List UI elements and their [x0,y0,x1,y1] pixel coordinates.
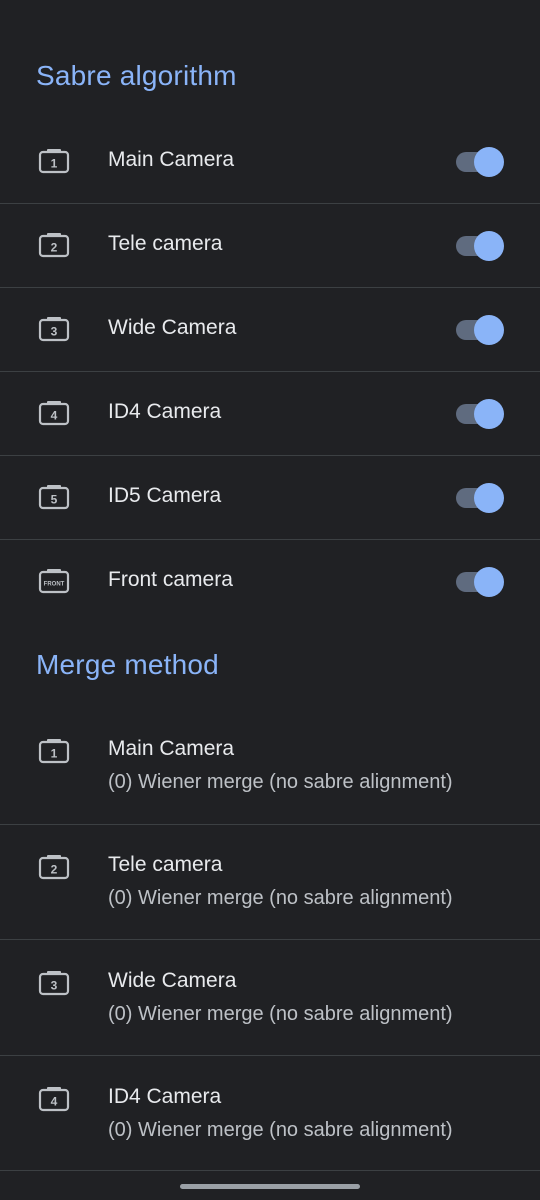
sabre-row-id5-camera[interactable]: 5 ID5 Camera [0,456,540,539]
merge-tele-camera-label: Tele camera [108,853,223,876]
sabre-row-wide-camera[interactable]: 3 Wide Camera [0,288,540,371]
merge-main-camera-summary: (0) Wiener merge (no sabre alignment) [108,771,453,793]
merge-tele-camera-summary: (0) Wiener merge (no sabre alignment) [108,887,453,909]
camera-2-icon: 2 [38,232,70,258]
sabre-row-front-camera[interactable]: FRONT Front camera [0,540,540,623]
sabre-id5-camera-label: ID5 Camera [108,484,222,507]
sabre-row-id4-camera[interactable]: 4 ID4 Camera [0,372,540,455]
svg-text:4: 4 [51,409,58,423]
toggle-thumb [474,147,504,177]
svg-text:3: 3 [51,979,58,993]
sabre-id4-camera-label: ID4 Camera [108,400,222,423]
merge-row-id4-camera[interactable]: 4 ID4 Camera (0) Wiener merge (no sabre … [0,1056,540,1170]
merge-row-main-camera[interactable]: 1 Main Camera (0) Wiener merge (no sabre… [0,708,540,824]
toggle-thumb [474,483,504,513]
sabre-row-tele-camera[interactable]: 2 Tele camera [0,204,540,287]
camera-5-icon: 5 [38,484,70,510]
camera-1-icon: 1 [38,738,70,764]
svg-text:1: 1 [51,157,58,171]
merge-main-camera-label: Main Camera [108,737,235,760]
camera-3-icon: 3 [38,316,70,342]
svg-text:2: 2 [51,241,58,255]
svg-text:4: 4 [51,1095,58,1109]
merge-wide-camera-summary: (0) Wiener merge (no sabre alignment) [108,1003,453,1025]
sabre-front-camera-label: Front camera [108,568,233,591]
sabre-row-main-camera[interactable]: 1 Main Camera [0,119,540,203]
toggle-thumb [474,231,504,261]
sabre-wide-camera-toggle[interactable] [456,313,506,345]
merge-method-header: Merge method [36,649,219,680]
divider [0,1170,540,1171]
merge-id4-camera-summary: (0) Wiener merge (no sabre alignment) [108,1119,453,1141]
svg-text:1: 1 [51,747,58,761]
merge-wide-camera-label: Wide Camera [108,969,237,992]
camera-front-icon: FRONT [38,568,70,594]
sabre-wide-camera-label: Wide Camera [108,316,237,339]
sabre-id4-camera-toggle[interactable] [456,397,506,429]
merge-id4-camera-label: ID4 Camera [108,1085,222,1108]
camera-4-icon: 4 [38,1086,70,1112]
sabre-id5-camera-toggle[interactable] [456,481,506,513]
sabre-tele-camera-label: Tele camera [108,232,223,255]
svg-text:FRONT: FRONT [44,582,65,588]
svg-text:3: 3 [51,325,58,339]
sabre-algorithm-header: Sabre algorithm [36,60,237,91]
svg-text:5: 5 [51,493,58,507]
toggle-thumb [474,315,504,345]
camera-4-icon: 4 [38,400,70,426]
camera-1-icon: 1 [38,148,70,174]
merge-row-wide-camera[interactable]: 3 Wide Camera (0) Wiener merge (no sabre… [0,940,540,1055]
camera-3-icon: 3 [38,970,70,996]
toggle-thumb [474,567,504,597]
svg-text:2: 2 [51,863,58,877]
toggle-thumb [474,399,504,429]
sabre-front-camera-toggle[interactable] [456,565,506,597]
camera-2-icon: 2 [38,854,70,880]
merge-row-tele-camera[interactable]: 2 Tele camera (0) Wiener merge (no sabre… [0,825,540,939]
sabre-main-camera-label: Main Camera [108,148,235,171]
sabre-main-camera-toggle[interactable] [456,145,506,177]
sabre-tele-camera-toggle[interactable] [456,229,506,261]
gesture-nav-handle[interactable] [180,1184,360,1189]
